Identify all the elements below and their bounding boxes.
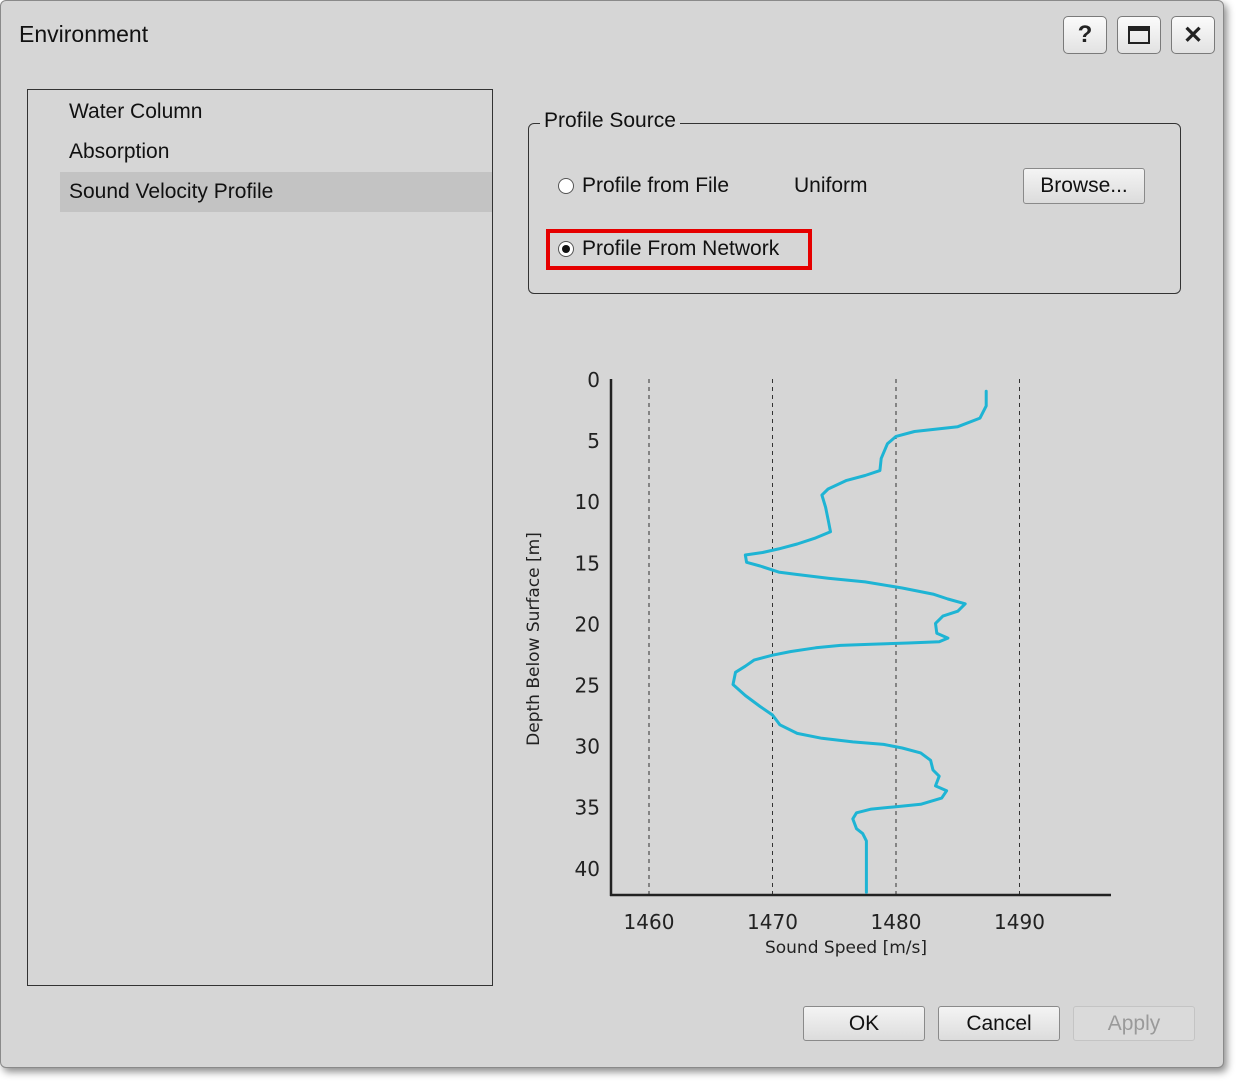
x-tick-label-1460: 1460 — [624, 910, 675, 934]
x-tick-label-1470: 1470 — [747, 910, 798, 934]
y-tick-label-30: 30 — [575, 735, 600, 759]
x-tick-label-1480: 1480 — [871, 910, 922, 934]
apply-button[interactable]: Apply — [1073, 1006, 1195, 1041]
maximize-icon — [1128, 26, 1150, 44]
category-list: Water Column Absorption Sound Velocity P… — [27, 89, 493, 986]
window-title: Environment — [19, 21, 149, 47]
profile-from-file-label: Profile from File — [582, 174, 730, 197]
x-tick-label-1490: 1490 — [994, 910, 1045, 934]
y-tick-label-10: 10 — [575, 490, 600, 514]
nav-item-sound-velocity-profile[interactable]: Sound Velocity Profile — [60, 172, 492, 212]
cancel-button[interactable]: Cancel — [938, 1006, 1060, 1041]
y-tick-label-25: 25 — [575, 674, 600, 698]
sound-speed-profile-line — [731, 389, 988, 894]
network-option-highlight — [546, 229, 812, 270]
close-button[interactable]: ✕ — [1171, 16, 1215, 54]
y-tick-label-20: 20 — [575, 612, 600, 636]
y-axis-label: Depth Below Surface [m] — [524, 532, 544, 746]
x-axis-label: Sound Speed [m/s] — [765, 938, 927, 958]
browse-button[interactable]: Browse... — [1023, 168, 1145, 204]
close-icon: ✕ — [1182, 21, 1204, 49]
y-tick-label-5: 5 — [587, 429, 600, 453]
maximize-button[interactable] — [1117, 16, 1161, 54]
nav-item-water-column[interactable]: Water Column — [60, 92, 492, 132]
y-tick-label-0: 0 — [587, 368, 600, 392]
profile-file-value: Uniform — [794, 174, 868, 197]
y-tick-label-40: 40 — [575, 857, 600, 881]
sound-velocity-chart: 0 5 10 15 20 25 30 35 40 1460 1470 1480 1490 Sound Sp… — [524, 368, 1111, 958]
environment-dialog: Environment ? ✕ Water Column Absorption … — [0, 0, 1224, 1068]
nav-item-absorption[interactable]: Absorption — [60, 132, 492, 172]
profile-source-legend: Profile Source — [540, 109, 680, 133]
profile-from-file-radio[interactable] — [558, 178, 574, 194]
y-tick-label-35: 35 — [575, 796, 600, 820]
profile-from-file-option[interactable]: Profile from File — [558, 174, 729, 198]
y-tick-label-15: 15 — [575, 551, 600, 575]
ok-button[interactable]: OK — [803, 1006, 925, 1041]
help-button[interactable]: ? — [1063, 16, 1107, 54]
